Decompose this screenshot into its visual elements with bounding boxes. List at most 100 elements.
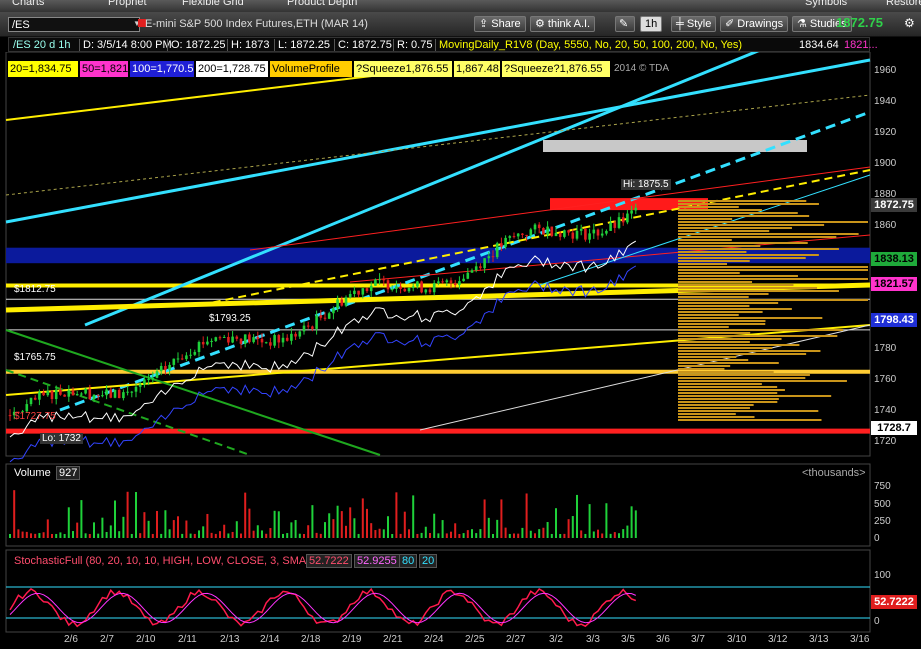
instrument-title: E-mini S&P 500 Index Futures,ETH (MAR 14… bbox=[145, 18, 368, 30]
candle-body bbox=[189, 354, 192, 356]
date-tick: 3/6 bbox=[656, 634, 670, 645]
volume-profile-bar bbox=[678, 341, 750, 343]
volume-profile-bar bbox=[678, 404, 754, 406]
candle-body bbox=[159, 366, 163, 372]
volume-profile-bar bbox=[678, 398, 779, 400]
bar-low: L: 1872.25 bbox=[278, 39, 330, 51]
candle-body bbox=[176, 358, 180, 360]
date-tick: 2/24 bbox=[424, 634, 444, 645]
timeframe-button[interactable]: 1h bbox=[640, 16, 663, 32]
drawings-button[interactable]: ✐ Drawings bbox=[720, 16, 789, 32]
volume-bar bbox=[261, 530, 263, 538]
date-tick: 3/10 bbox=[727, 634, 747, 645]
stochastic-axis-tick: 0 bbox=[874, 616, 880, 627]
candle-body bbox=[416, 281, 419, 287]
volume-bar bbox=[256, 525, 259, 538]
style-label: Style bbox=[686, 18, 712, 30]
volume-bar bbox=[93, 522, 95, 538]
volume-bar bbox=[185, 520, 188, 538]
candle-body bbox=[630, 210, 633, 214]
volume-bar bbox=[403, 511, 406, 538]
candle-body bbox=[504, 237, 507, 247]
menu-flexible-grid[interactable]: Flexible Grid bbox=[182, 0, 244, 8]
volume-bar bbox=[42, 532, 45, 538]
candle-body bbox=[332, 308, 335, 314]
volume-bar bbox=[462, 533, 465, 538]
volume-bar bbox=[265, 533, 268, 538]
volume-profile-bar bbox=[678, 296, 749, 298]
settings-icon[interactable]: ⚙ bbox=[904, 16, 915, 30]
symbol-input[interactable]: /ES bbox=[8, 17, 140, 32]
volume-bar bbox=[214, 533, 217, 538]
candle-body bbox=[621, 217, 625, 223]
last-price: 1872.75 bbox=[836, 15, 883, 30]
candle-body bbox=[38, 392, 41, 400]
volume-bar bbox=[576, 494, 578, 538]
volume-bar bbox=[126, 491, 129, 538]
candle-body bbox=[277, 335, 281, 343]
think-ai-label: think A.I. bbox=[547, 18, 591, 30]
volume-profile-bar bbox=[678, 413, 736, 415]
volume-profile-bar bbox=[678, 395, 832, 397]
menu-product-depth[interactable]: Product Depth bbox=[287, 0, 357, 8]
price-tag-sma50: 1821.57 bbox=[871, 277, 917, 291]
volume-bar bbox=[412, 495, 415, 538]
candle-body bbox=[462, 278, 465, 282]
volume-profile-bar bbox=[678, 368, 725, 370]
menu-symbols[interactable]: Symbols bbox=[805, 0, 847, 8]
volume-bar bbox=[361, 498, 364, 538]
axis-tick: 1900 bbox=[874, 158, 897, 169]
candle-body bbox=[269, 342, 272, 346]
study-chip[interactable]: 1,867.48 bbox=[454, 61, 500, 77]
candle-body bbox=[294, 333, 297, 337]
candle-body bbox=[525, 234, 528, 236]
divider bbox=[393, 39, 394, 51]
volume-profile-bar bbox=[678, 200, 807, 202]
volume-profile-bar bbox=[678, 284, 794, 286]
menu-restore[interactable]: Restore bbox=[886, 0, 921, 8]
info-bar: /ES 20 d 1h D: 3/5/14 8:00 PM O: 1872.25… bbox=[8, 37, 878, 52]
style-button[interactable]: ╪ Style bbox=[671, 16, 717, 32]
share-button[interactable]: ⇪ Share bbox=[474, 16, 526, 32]
candle-body bbox=[571, 232, 575, 239]
volume-bar bbox=[349, 507, 352, 538]
chart-toolbar: /ES ▼ E-mini S&P 500 Index Futures,ETH (… bbox=[0, 12, 921, 37]
volume-bar bbox=[517, 533, 520, 538]
volume-bar bbox=[282, 533, 284, 538]
candle-body bbox=[437, 281, 440, 283]
candle-body bbox=[126, 391, 129, 393]
studies-icon: ⚗ bbox=[797, 18, 810, 30]
study-chip[interactable]: 200=1,728.75 bbox=[196, 61, 268, 77]
study-chip[interactable]: ?Squeeze1,876.55 bbox=[354, 61, 452, 77]
volume-profile-bar bbox=[678, 410, 819, 412]
study-chip[interactable]: VolumeProfile bbox=[270, 61, 352, 77]
study-chip[interactable]: 20=1,834.75 bbox=[8, 61, 78, 77]
volume-bar bbox=[370, 523, 373, 538]
volume-bar bbox=[227, 533, 230, 538]
candle-body bbox=[479, 266, 482, 269]
candle-body bbox=[122, 392, 125, 399]
volume-profile-bar bbox=[678, 233, 859, 235]
candle-body bbox=[424, 289, 428, 293]
volume-bar bbox=[277, 511, 280, 538]
study-chip[interactable]: 50=1,821.5 bbox=[80, 61, 137, 77]
volume-bar bbox=[546, 522, 549, 538]
date-tick: 2/14 bbox=[260, 634, 280, 645]
study-chip[interactable]: ?Squeeze?1,876.55 bbox=[502, 61, 610, 77]
wrench-button[interactable]: ✎ bbox=[615, 16, 635, 32]
candle-body bbox=[588, 233, 591, 240]
menu-charts[interactable]: Charts bbox=[12, 0, 44, 8]
volume-profile-bar bbox=[678, 329, 844, 331]
volume-profile-bar bbox=[678, 272, 740, 274]
volume-bar bbox=[147, 520, 150, 538]
menu-prophet[interactable]: Prophet bbox=[108, 0, 147, 8]
volume-bar bbox=[437, 533, 440, 538]
top-menu-bar: Charts Prophet Flexible Grid Product Dep… bbox=[0, 0, 921, 12]
volume-bar bbox=[55, 533, 58, 538]
think-ai-button[interactable]: ⚙ think A.I. bbox=[530, 16, 596, 32]
volume-bar bbox=[555, 508, 557, 538]
volume-bar bbox=[25, 531, 28, 538]
volume-profile-bar bbox=[678, 377, 806, 379]
study-chip[interactable]: 100=1,770.5 bbox=[130, 61, 194, 77]
date-tick: 3/13 bbox=[809, 634, 829, 645]
